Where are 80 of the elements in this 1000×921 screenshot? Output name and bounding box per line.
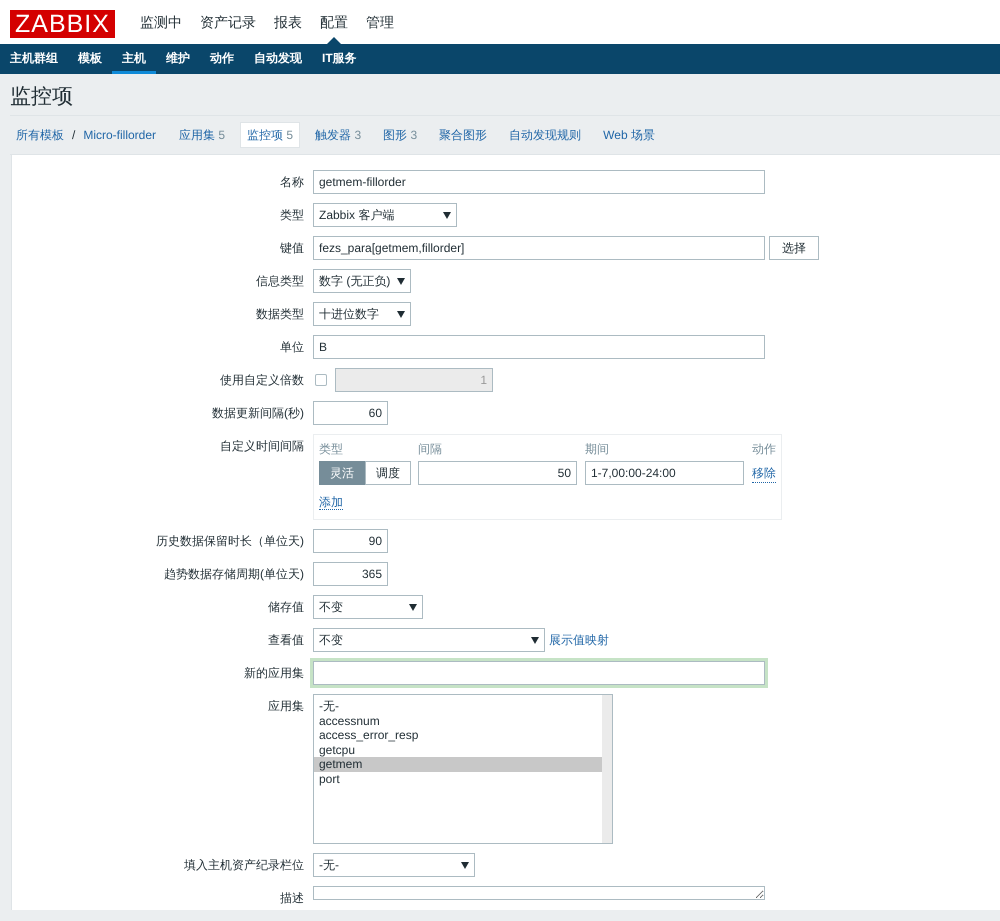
tab[interactable]: 聚合图形 <box>432 122 494 148</box>
tab[interactable]: Web 场景 <box>596 122 662 148</box>
field-label: 数据更新间隔(秒) <box>211 405 305 422</box>
description-field[interactable] <box>313 886 765 900</box>
select-field[interactable]: -无- <box>313 853 475 878</box>
dropdown-arrow-icon <box>397 310 405 318</box>
select-button[interactable]: 选择 <box>769 236 819 260</box>
field-label: 数据类型 <box>255 306 305 324</box>
dropdown-arrow-icon <box>531 636 539 644</box>
tab[interactable]: 图形 3 <box>376 122 424 148</box>
main-menu-item[interactable]: 管理 <box>356 0 403 44</box>
submenu-item[interactable]: 自动发现 <box>244 44 312 74</box>
field-label: 查看值 <box>267 632 305 650</box>
field-label: 趋势数据存储周期(单位天) <box>163 566 305 584</box>
select-field[interactable]: 不变 <box>313 628 545 652</box>
scrollbar[interactable] <box>602 695 612 844</box>
number-field[interactable]: 90 <box>313 529 388 554</box>
field-label: 信息类型 <box>255 273 305 290</box>
column-header: 类型 <box>319 441 344 458</box>
tab[interactable]: 监控项 5 <box>240 122 300 148</box>
period-field[interactable]: 1-7,00:00-24:00 <box>585 461 744 486</box>
field-label: 键值 <box>279 240 305 258</box>
zabbix-logo[interactable]: ZABBIX <box>10 10 115 38</box>
select-field[interactable]: 十进位数字 <box>313 302 411 326</box>
select-field[interactable]: Zabbix 客户端 <box>313 203 457 228</box>
submenu-item[interactable]: 维护 <box>156 44 200 74</box>
value-mapping-link[interactable]: 展示值映射 <box>549 628 609 652</box>
submenu-item[interactable]: IT服务 <box>312 44 367 74</box>
field-label: 单位 <box>279 339 305 356</box>
submenu-item[interactable]: 主机群组 <box>0 44 68 74</box>
text-field[interactable]: B <box>313 335 765 360</box>
mode-toggle[interactable]: 调度 <box>365 461 411 486</box>
field-label: 自定义时间间隔 <box>219 438 305 456</box>
main-menu-item[interactable]: 报表 <box>264 0 311 44</box>
column-header: 期间 <box>585 441 610 458</box>
list-option[interactable]: getcpu <box>314 742 602 758</box>
tab[interactable]: 应用集 5 <box>172 122 232 148</box>
column-header: 间隔 <box>418 441 443 458</box>
add-link[interactable]: 添加 <box>319 495 343 510</box>
dropdown-arrow-icon <box>461 862 469 869</box>
list-option[interactable]: accessnum <box>314 714 602 728</box>
breadcrumb-separator: / <box>72 127 76 144</box>
tab[interactable]: 触发器 3 <box>308 122 368 148</box>
main-menu-item[interactable]: 监测中 <box>130 0 191 44</box>
key-field[interactable]: fezs_para[getmem,fillorder] <box>313 236 765 260</box>
list-option[interactable]: -无- <box>314 699 602 714</box>
field-label: 历史数据保留时长（单位天) <box>155 533 305 550</box>
list-option[interactable]: getmem <box>314 757 602 772</box>
list-option[interactable]: port <box>314 772 602 786</box>
breadcrumb-link[interactable]: 所有模板 <box>16 126 64 144</box>
tab[interactable]: 自动发现规则 <box>502 122 588 148</box>
text-field[interactable] <box>313 661 765 686</box>
field-label: 填入主机资产纪录栏位 <box>183 857 305 874</box>
select-field[interactable]: 不变 <box>313 595 423 620</box>
field-label: 储存值 <box>267 599 305 616</box>
select-field[interactable]: 数字 (无正负) <box>313 269 411 294</box>
submenu-item[interactable]: 动作 <box>200 44 244 74</box>
main-menu-item[interactable]: 资产记录 <box>190 0 265 44</box>
main-menu-item[interactable]: 配置 <box>310 0 357 44</box>
dropdown-arrow-icon <box>409 604 417 611</box>
submenu-item[interactable]: 主机 <box>112 44 156 74</box>
field-label: 应用集 <box>267 698 305 716</box>
interval-field[interactable]: 50 <box>418 461 577 486</box>
number-field[interactable]: 365 <box>313 562 388 586</box>
text-field[interactable]: getmem-fillorder <box>313 170 765 194</box>
listbox[interactable]: -无- accessnum access_error_resp getcpu getmem port <box>313 694 613 844</box>
field-label: 使用自定义倍数 <box>219 372 305 390</box>
field-label: 类型 <box>279 207 305 224</box>
field-label: 描述 <box>279 890 305 908</box>
list-option[interactable]: access_error_resp <box>314 728 602 743</box>
breadcrumb-link[interactable]: Micro-fillorder <box>83 126 156 144</box>
page-title: 监控项 <box>9 84 74 110</box>
dropdown-arrow-icon <box>443 212 451 219</box>
submenu-item[interactable]: 模板 <box>68 44 112 74</box>
number-field[interactable]: 60 <box>313 401 388 426</box>
remove-link[interactable]: 移除 <box>752 464 776 483</box>
field-label: 新的应用集 <box>243 665 305 682</box>
field-label: 名称 <box>279 174 305 192</box>
dropdown-arrow-icon <box>397 278 405 285</box>
column-header: 动作 <box>752 441 776 458</box>
